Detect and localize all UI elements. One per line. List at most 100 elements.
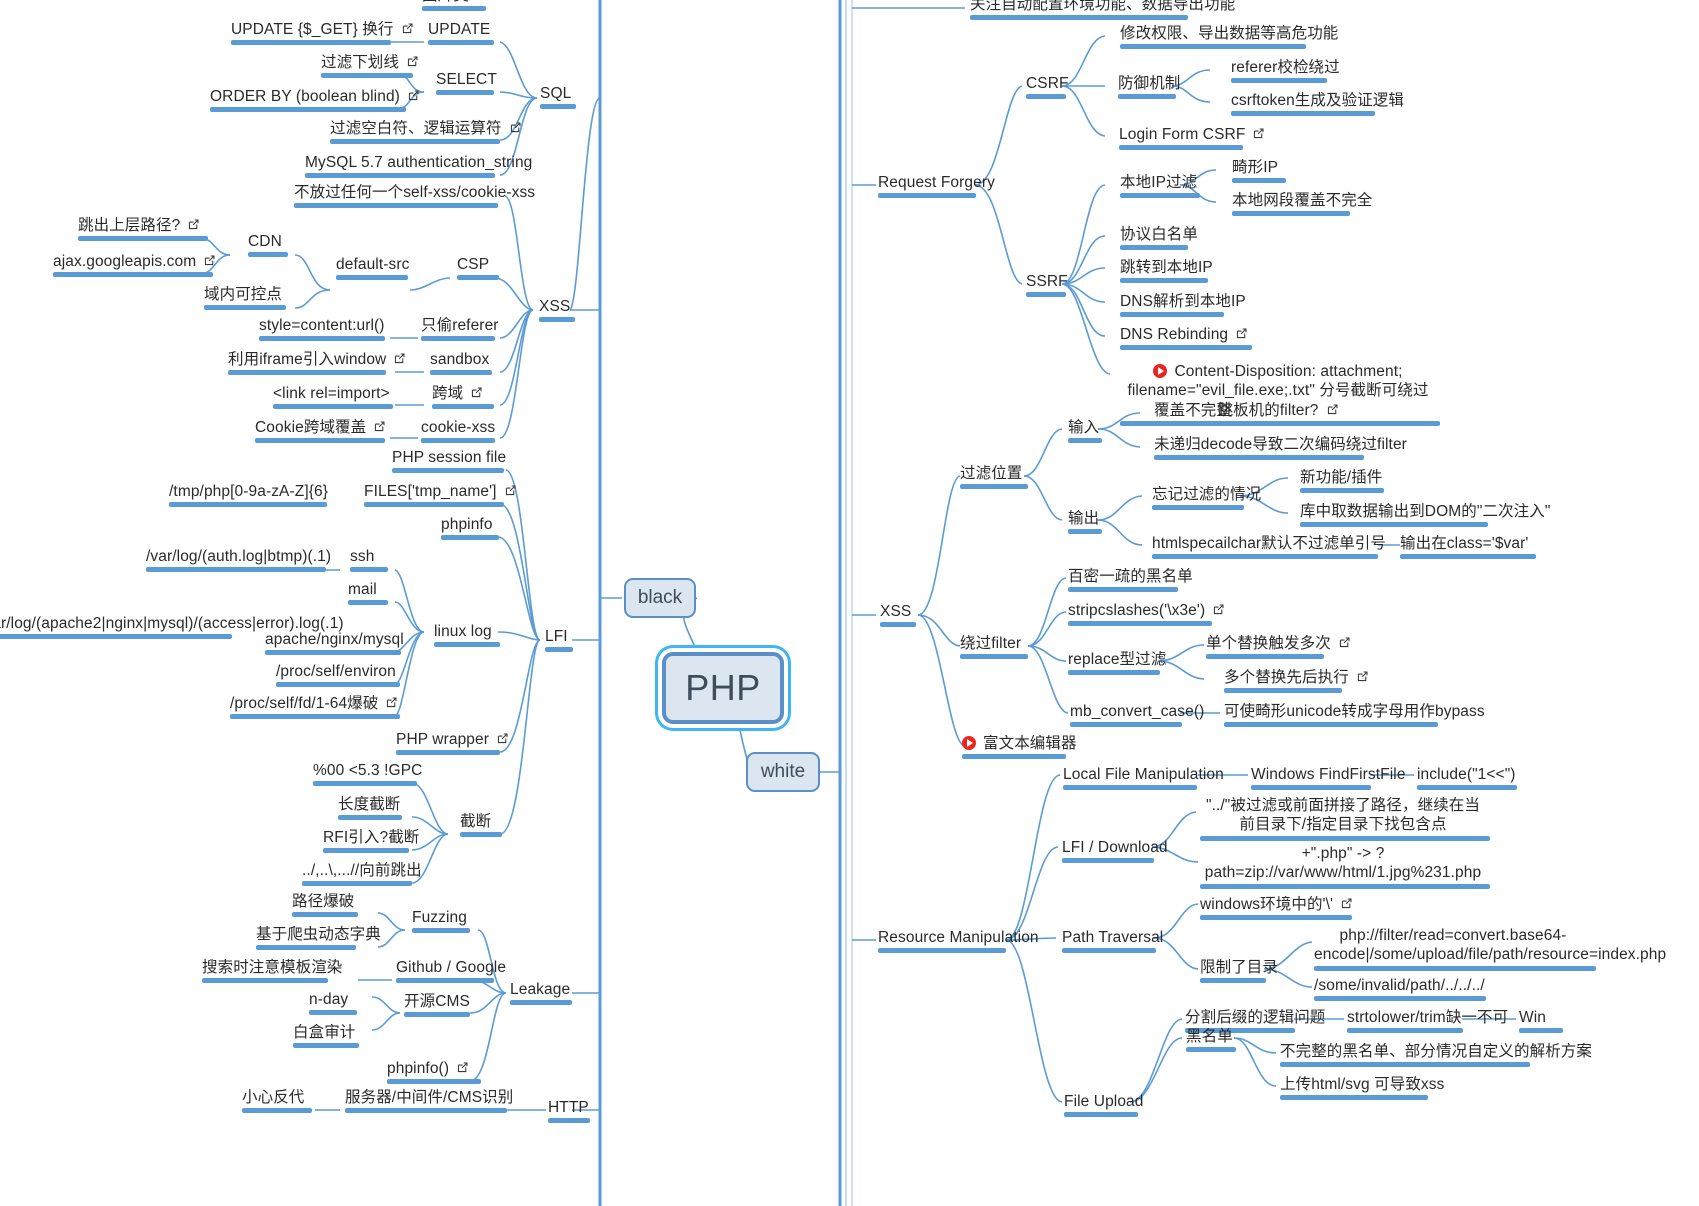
node-protocol-whitelist[interactable]: 协议白名单 [1118, 225, 1200, 253]
node-lfi-download[interactable]: LFI / Download [1060, 838, 1170, 866]
node-ssrf[interactable]: SSRF [1024, 272, 1070, 300]
node-multi-replace-order[interactable]: 多个替换先后执行 [1222, 668, 1371, 696]
external-link-icon[interactable] [406, 55, 419, 68]
external-link-icon[interactable] [470, 386, 483, 399]
external-link-icon[interactable] [393, 352, 406, 365]
node-resource-manipulation[interactable]: Resource Manipulation [876, 928, 1041, 956]
external-link-icon[interactable] [1212, 603, 1225, 616]
node-dns-resolve-local-ip[interactable]: DNS解析到本地IP [1118, 292, 1248, 320]
node-restricted-directory[interactable]: 限制了目录 [1198, 958, 1280, 986]
node-single-replace-multi-trigger[interactable]: 单个替换触发多次 [1204, 634, 1353, 662]
node-request-forgery[interactable]: Request Forgery [876, 173, 997, 201]
node-output-in-class-var[interactable]: 输出在class='$var' [1398, 534, 1538, 562]
node-include-wildcard[interactable]: include("1<<") [1415, 765, 1519, 793]
node-domain-controllable[interactable]: 域内可控点 [202, 285, 288, 313]
node-rfi-truncate[interactable]: RFI引入?截断 [321, 828, 421, 856]
node-filter-underscore[interactable]: 过滤下划线 [319, 53, 421, 81]
node-imperfect-blacklist[interactable]: 百密一疏的黑名单 [1066, 567, 1195, 595]
node-high-risk-features[interactable]: 修改权限、导出数据等高危功能 [1118, 24, 1340, 52]
node-php-session-file[interactable]: PHP session file [390, 448, 508, 476]
node-dotdot-jump-forward[interactable]: ../,..\,...//向前跳出 [300, 861, 424, 889]
node-rich-text-editor[interactable]: 富文本编辑器 [960, 734, 1079, 762]
node-fuzzing[interactable]: Fuzzing [410, 908, 472, 936]
external-link-icon[interactable] [407, 89, 420, 102]
node-iframe-window[interactable]: 利用iframe引入window [226, 350, 408, 378]
external-link-icon[interactable] [1252, 127, 1265, 140]
node-var-log-auth[interactable]: /var/log/(auth.log|btmp)(.1) [144, 547, 333, 575]
node-mysql57-auth-string[interactable]: MySQL 5.7 authentication_string [303, 153, 534, 181]
external-link-icon[interactable] [509, 121, 522, 134]
node-length-truncate[interactable]: 长度截断 [336, 795, 404, 823]
node-path-traversal[interactable]: Path Traversal [1060, 928, 1165, 956]
node-csrf[interactable]: CSRF [1024, 74, 1071, 102]
node-linux-log[interactable]: linux log [432, 622, 502, 650]
external-link-icon[interactable] [1235, 327, 1248, 340]
node-default-src[interactable]: default-src [334, 255, 411, 283]
external-link-icon[interactable] [373, 420, 386, 433]
external-link-icon[interactable] [1340, 897, 1353, 910]
node-stripcslashes[interactable]: stripcslashes('\x3e') [1066, 601, 1227, 629]
node-csp[interactable]: CSP [455, 255, 501, 283]
node-defense-mechanism[interactable]: 防御机制 [1116, 74, 1182, 102]
node-server-middleware-cms-fingerprint[interactable]: 服务器/中间件/CMS识别 [343, 1088, 515, 1116]
node-order-by-boolean-blind[interactable]: ORDER BY (boolean blind) [208, 87, 422, 115]
external-link-icon[interactable] [187, 218, 200, 231]
node-proc-self-environ[interactable]: /proc/self/environ [274, 662, 402, 690]
node-bypass-filter[interactable]: 绕过filter [958, 634, 1030, 662]
node-null-byte-gpc[interactable]: %00 <5.3 !GPC [311, 761, 424, 789]
external-link-icon[interactable] [203, 254, 216, 267]
node-mail[interactable]: mail [346, 580, 390, 608]
node-ajax-googleapis[interactable]: ajax.googleapis.com [51, 252, 218, 280]
node-local-file-manipulation[interactable]: Local File Manipulation [1061, 765, 1226, 793]
node-proc-self-fd-brute[interactable]: /proc/self/fd/1-64爆破 [228, 694, 402, 722]
external-link-icon[interactable] [401, 22, 414, 35]
external-link-icon[interactable] [1338, 636, 1351, 649]
node-cookie-xss[interactable]: cookie-xss [419, 418, 497, 446]
node-link-rel-import[interactable]: <link rel=import> [271, 384, 395, 412]
node-windows-findfirstfile[interactable]: Windows FindFirstFile [1249, 765, 1408, 793]
branch-node-white[interactable]: white [746, 752, 820, 792]
external-link-icon[interactable] [385, 696, 398, 709]
node-strtolower-trim[interactable]: strtolower/trim缺一不可 [1345, 1008, 1510, 1036]
external-link-icon[interactable] [504, 484, 517, 497]
node-auto-config-export-features[interactable]: 关注自动配置环境功能、数据导出功能 [968, 0, 1237, 23]
node-update-getline[interactable]: UPDATE {$_GET} 换行 [229, 20, 416, 48]
node-sandbox[interactable]: sandbox [428, 350, 494, 378]
node-cross-domain[interactable]: 跨域 [430, 384, 496, 412]
node-var-log-access-error[interactable]: /var/log/(apache2|nginx|mysql)/(access|e… [0, 614, 344, 642]
node-malformed-unicode-bypass[interactable]: 可使畸形unicode转成字母用作bypass [1222, 702, 1487, 730]
node-dotdot-filtered-current-dir[interactable]: "../"被过滤或前面拼接了路径，继续在当前目录下/指定目录下找包含点 [1198, 796, 1490, 844]
node-local-ip-filter[interactable]: 本地IP过滤 [1118, 173, 1202, 201]
node-malformed-ip[interactable]: 畸形IP [1230, 158, 1288, 186]
node-forgot-to-filter[interactable]: 忘记过滤的情况 [1150, 485, 1263, 513]
node-input[interactable]: 输入 [1066, 418, 1104, 446]
node-crawler-dict[interactable]: 基于爬虫动态字典 [254, 925, 383, 953]
node-apache-nginx-mysql[interactable]: apache/nginx/mysql [263, 630, 406, 658]
node-htmlspecialchars-single-quote[interactable]: htmlspecailchar默认不过滤单引号 [1150, 534, 1388, 562]
node-login-form-csrf[interactable]: Login Form CSRF [1117, 125, 1267, 153]
node-whitebox-audit[interactable]: 白盒审计 [291, 1023, 361, 1051]
node-leakage[interactable]: Leakage [508, 980, 574, 1008]
node-http[interactable]: HTTP [546, 1098, 592, 1126]
node-tmp-php-random[interactable]: /tmp/php[0-9a-zA-Z]{6} [167, 482, 330, 510]
root-node-php[interactable]: PHP [662, 652, 784, 724]
node-output[interactable]: 输出 [1066, 509, 1104, 537]
external-link-icon[interactable] [1356, 670, 1369, 683]
node-invalid-path-traversal[interactable]: /some/invalid/path/../../../ [1312, 976, 1488, 1004]
node-blacklist[interactable]: 黑名单 [1184, 1027, 1238, 1055]
node-truncate[interactable]: 截断 [458, 812, 504, 840]
node-sql[interactable]: SQL [538, 84, 578, 112]
external-link-icon[interactable] [1326, 403, 1339, 416]
node-db-to-dom-second-order[interactable]: 库中取数据输出到DOM的"二次注入" [1298, 502, 1552, 530]
node-xss-right[interactable]: XSS [878, 602, 918, 630]
node-ssh[interactable]: ssh [348, 547, 390, 575]
node-win[interactable]: Win [1517, 1008, 1565, 1036]
node-phpinfo-func[interactable]: phpinfo() [385, 1059, 483, 1087]
node-template-render-note[interactable]: 搜索时注意模板渲染 [200, 958, 344, 986]
node-n-day[interactable]: n-day [307, 990, 359, 1018]
node-upload-html-svg-xss[interactable]: 上传html/svg 可导致xss [1278, 1075, 1446, 1103]
node-only-steal-referer[interactable]: 只偷referer [419, 316, 501, 344]
node-style-content-url[interactable]: style=content:url() [257, 316, 387, 344]
branch-node-black[interactable]: black [624, 578, 696, 618]
node-filter-whitespace-logic[interactable]: 过滤空白符、逻辑运算符 [328, 119, 524, 147]
